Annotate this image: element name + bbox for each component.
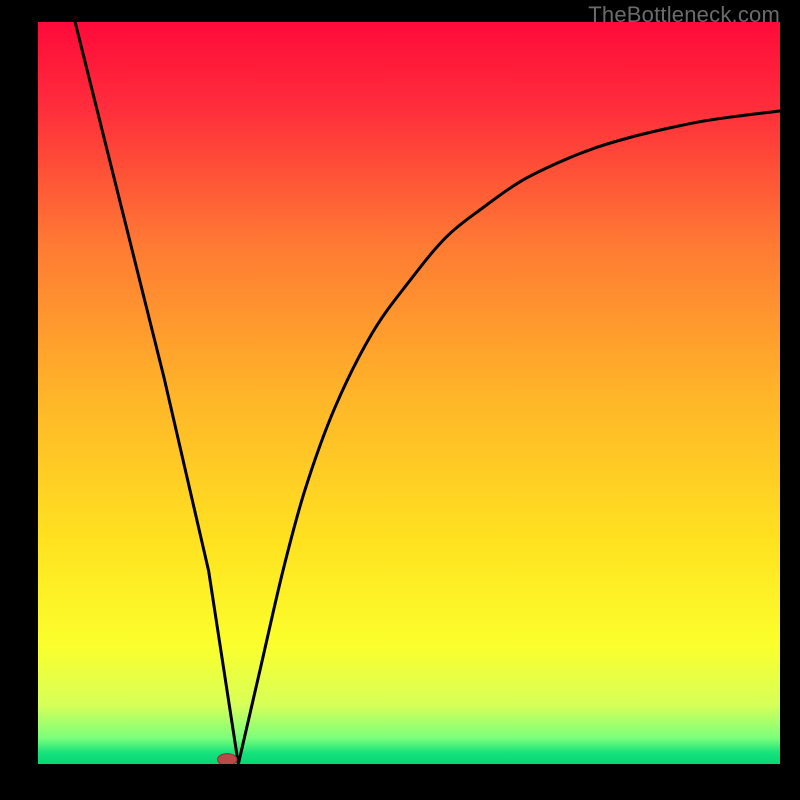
chart-frame: TheBottleneck.com [0,0,800,800]
plot-area [38,22,780,764]
curve-layer [38,22,780,764]
curve-right [238,111,780,764]
curve-left [75,22,238,764]
watermark-text: TheBottleneck.com [588,2,780,28]
optimal-marker [218,754,237,764]
